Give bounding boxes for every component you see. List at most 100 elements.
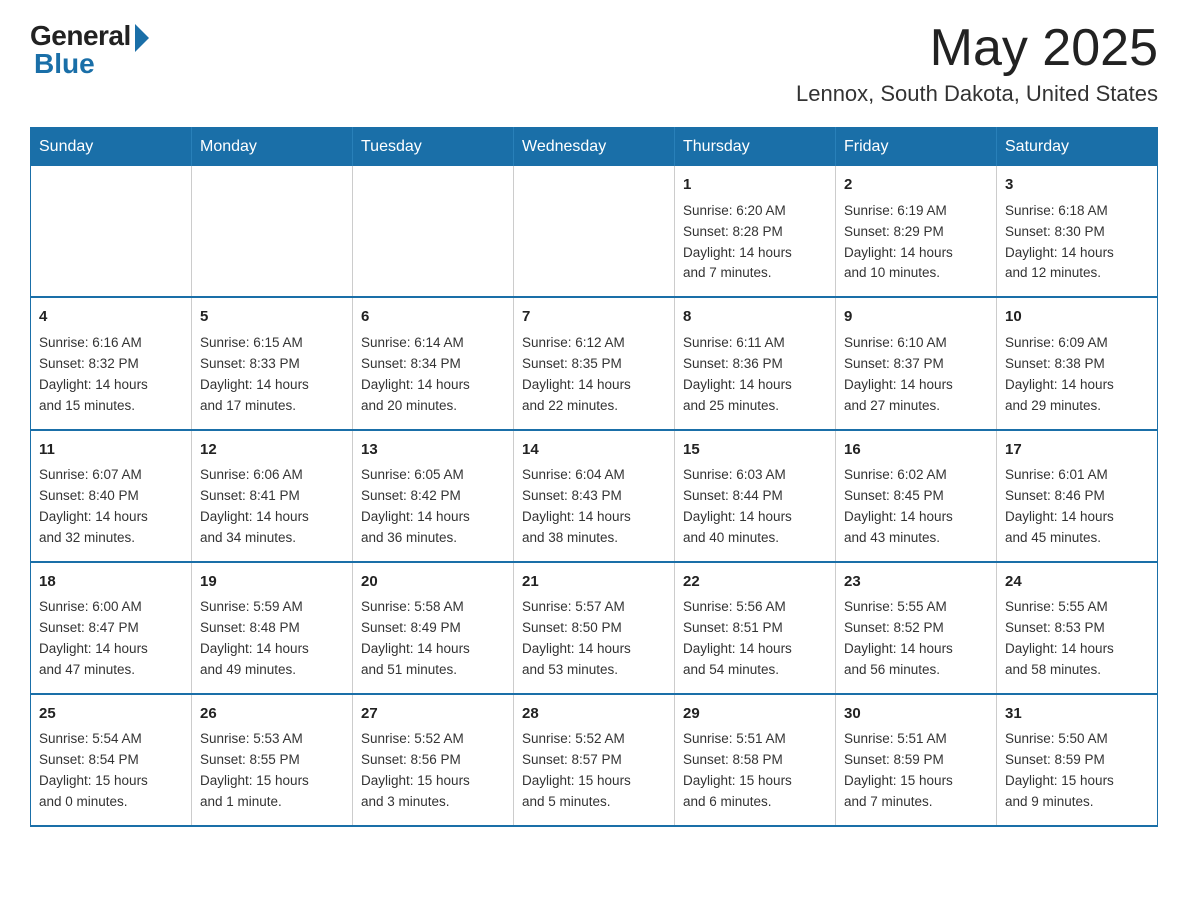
logo-blue-text: Blue [34, 48, 95, 80]
location-title: Lennox, South Dakota, United States [796, 81, 1158, 107]
day-number: 16 [844, 439, 988, 462]
day-number: 5 [200, 306, 344, 329]
day-header-friday: Friday [836, 128, 997, 167]
day-number: 28 [522, 703, 666, 726]
day-number: 15 [683, 439, 827, 462]
day-header-thursday: Thursday [675, 128, 836, 167]
calendar-cell: 16 Sunrise: 6:02 AM Sunset: 8:45 PM Dayli… [836, 430, 997, 562]
day-info: Sunrise: 6:20 AM Sunset: 8:28 PM Dayligh… [683, 201, 827, 285]
day-info: Sunrise: 5:58 AM Sunset: 8:49 PM Dayligh… [361, 597, 505, 681]
calendar-cell: 27 Sunrise: 5:52 AM Sunset: 8:56 PM Dayli… [353, 694, 514, 826]
day-number: 14 [522, 439, 666, 462]
day-number: 26 [200, 703, 344, 726]
day-info: Sunrise: 6:07 AM Sunset: 8:40 PM Dayligh… [39, 465, 183, 549]
calendar-cell: 11 Sunrise: 6:07 AM Sunset: 8:40 PM Dayli… [31, 430, 192, 562]
day-info: Sunrise: 6:11 AM Sunset: 8:36 PM Dayligh… [683, 333, 827, 417]
day-number: 6 [361, 306, 505, 329]
calendar-cell: 31Sunrise: 5:50 AM Sunset: 8:59 PM Dayli… [997, 694, 1158, 826]
day-info: Sunrise: 5:54 AM Sunset: 8:54 PM Dayligh… [39, 729, 183, 813]
day-header-saturday: Saturday [997, 128, 1158, 167]
day-header-row: SundayMondayTuesdayWednesdayThursdayFrid… [31, 128, 1158, 167]
day-info: Sunrise: 6:09 AM Sunset: 8:38 PM Dayligh… [1005, 333, 1149, 417]
day-info: Sunrise: 6:00 AM Sunset: 8:47 PM Dayligh… [39, 597, 183, 681]
calendar-cell: 13Sunrise: 6:05 AM Sunset: 8:42 PM Dayli… [353, 430, 514, 562]
day-number: 21 [522, 571, 666, 594]
calendar-cell: 9 Sunrise: 6:10 AM Sunset: 8:37 PM Daylig… [836, 297, 997, 429]
calendar-cell: 6Sunrise: 6:14 AM Sunset: 8:34 PM Daylig… [353, 297, 514, 429]
calendar-cell: 22 Sunrise: 5:56 AM Sunset: 8:51 PM Dayli… [675, 562, 836, 694]
calendar-cell: 24Sunrise: 5:55 AM Sunset: 8:53 PM Dayli… [997, 562, 1158, 694]
calendar-cell: 21 Sunrise: 5:57 AM Sunset: 8:50 PM Dayli… [514, 562, 675, 694]
day-number: 30 [844, 703, 988, 726]
calendar-cell: 5 Sunrise: 6:15 AM Sunset: 8:33 PM Daylig… [192, 297, 353, 429]
day-info: Sunrise: 5:52 AM Sunset: 8:56 PM Dayligh… [361, 729, 505, 813]
logo-arrow-icon [135, 24, 149, 52]
day-number: 29 [683, 703, 827, 726]
day-info: Sunrise: 5:59 AM Sunset: 8:48 PM Dayligh… [200, 597, 344, 681]
calendar-cell: 3 Sunrise: 6:18 AM Sunset: 8:30 PM Daylig… [997, 166, 1158, 297]
day-number: 1 [683, 174, 827, 197]
day-number: 20 [361, 571, 505, 594]
day-header-monday: Monday [192, 128, 353, 167]
day-info: Sunrise: 6:02 AM Sunset: 8:45 PM Dayligh… [844, 465, 988, 549]
calendar-cell: 17 Sunrise: 6:01 AM Sunset: 8:46 PM Dayli… [997, 430, 1158, 562]
day-number: 17 [1005, 439, 1149, 462]
day-header-tuesday: Tuesday [353, 128, 514, 167]
day-info: Sunrise: 6:18 AM Sunset: 8:30 PM Dayligh… [1005, 201, 1149, 285]
calendar-cell: 25 Sunrise: 5:54 AM Sunset: 8:54 PM Dayli… [31, 694, 192, 826]
calendar-cell [192, 166, 353, 297]
day-number: 7 [522, 306, 666, 329]
calendar-cell [353, 166, 514, 297]
day-info: Sunrise: 6:05 AM Sunset: 8:42 PM Dayligh… [361, 465, 505, 549]
calendar-header: SundayMondayTuesdayWednesdayThursdayFrid… [31, 128, 1158, 167]
day-number: 19 [200, 571, 344, 594]
day-info: Sunrise: 6:06 AM Sunset: 8:41 PM Dayligh… [200, 465, 344, 549]
day-number: 11 [39, 439, 183, 462]
title-section: May 2025 Lennox, South Dakota, United St… [796, 20, 1158, 107]
day-number: 10 [1005, 306, 1149, 329]
page-header: General Blue May 2025 Lennox, South Dako… [30, 20, 1158, 107]
calendar-cell: 4 Sunrise: 6:16 AM Sunset: 8:32 PM Daylig… [31, 297, 192, 429]
day-number: 2 [844, 174, 988, 197]
day-info: Sunrise: 6:15 AM Sunset: 8:33 PM Dayligh… [200, 333, 344, 417]
calendar-week-3: 11 Sunrise: 6:07 AM Sunset: 8:40 PM Dayli… [31, 430, 1158, 562]
day-info: Sunrise: 5:53 AM Sunset: 8:55 PM Dayligh… [200, 729, 344, 813]
day-number: 25 [39, 703, 183, 726]
calendar-cell: 15Sunrise: 6:03 AM Sunset: 8:44 PM Dayli… [675, 430, 836, 562]
day-number: 3 [1005, 174, 1149, 197]
calendar-cell: 10 Sunrise: 6:09 AM Sunset: 8:38 PM Dayli… [997, 297, 1158, 429]
calendar-cell: 20 Sunrise: 5:58 AM Sunset: 8:49 PM Dayli… [353, 562, 514, 694]
day-info: Sunrise: 6:01 AM Sunset: 8:46 PM Dayligh… [1005, 465, 1149, 549]
day-number: 22 [683, 571, 827, 594]
calendar-cell: 18Sunrise: 6:00 AM Sunset: 8:47 PM Dayli… [31, 562, 192, 694]
day-number: 23 [844, 571, 988, 594]
day-number: 9 [844, 306, 988, 329]
calendar-cell: 1 Sunrise: 6:20 AM Sunset: 8:28 PM Daylig… [675, 166, 836, 297]
day-info: Sunrise: 6:19 AM Sunset: 8:29 PM Dayligh… [844, 201, 988, 285]
day-info: Sunrise: 6:10 AM Sunset: 8:37 PM Dayligh… [844, 333, 988, 417]
day-info: Sunrise: 5:55 AM Sunset: 8:53 PM Dayligh… [1005, 597, 1149, 681]
calendar-cell: 8 Sunrise: 6:11 AM Sunset: 8:36 PM Daylig… [675, 297, 836, 429]
day-info: Sunrise: 6:16 AM Sunset: 8:32 PM Dayligh… [39, 333, 183, 417]
day-info: Sunrise: 6:12 AM Sunset: 8:35 PM Dayligh… [522, 333, 666, 417]
calendar-cell: 28Sunrise: 5:52 AM Sunset: 8:57 PM Dayli… [514, 694, 675, 826]
day-number: 12 [200, 439, 344, 462]
calendar-week-1: 1 Sunrise: 6:20 AM Sunset: 8:28 PM Daylig… [31, 166, 1158, 297]
day-header-wednesday: Wednesday [514, 128, 675, 167]
day-number: 4 [39, 306, 183, 329]
calendar-cell: 2 Sunrise: 6:19 AM Sunset: 8:29 PM Daylig… [836, 166, 997, 297]
day-info: Sunrise: 5:56 AM Sunset: 8:51 PM Dayligh… [683, 597, 827, 681]
calendar-cell: 23Sunrise: 5:55 AM Sunset: 8:52 PM Dayli… [836, 562, 997, 694]
day-info: Sunrise: 6:04 AM Sunset: 8:43 PM Dayligh… [522, 465, 666, 549]
calendar-cell: 14 Sunrise: 6:04 AM Sunset: 8:43 PM Dayli… [514, 430, 675, 562]
calendar-cell: 30Sunrise: 5:51 AM Sunset: 8:59 PM Dayli… [836, 694, 997, 826]
day-number: 8 [683, 306, 827, 329]
calendar-week-5: 25 Sunrise: 5:54 AM Sunset: 8:54 PM Dayli… [31, 694, 1158, 826]
day-header-sunday: Sunday [31, 128, 192, 167]
calendar-week-2: 4 Sunrise: 6:16 AM Sunset: 8:32 PM Daylig… [31, 297, 1158, 429]
calendar-cell [31, 166, 192, 297]
calendar-cell: 29Sunrise: 5:51 AM Sunset: 8:58 PM Dayli… [675, 694, 836, 826]
day-number: 31 [1005, 703, 1149, 726]
day-info: Sunrise: 5:57 AM Sunset: 8:50 PM Dayligh… [522, 597, 666, 681]
day-number: 27 [361, 703, 505, 726]
